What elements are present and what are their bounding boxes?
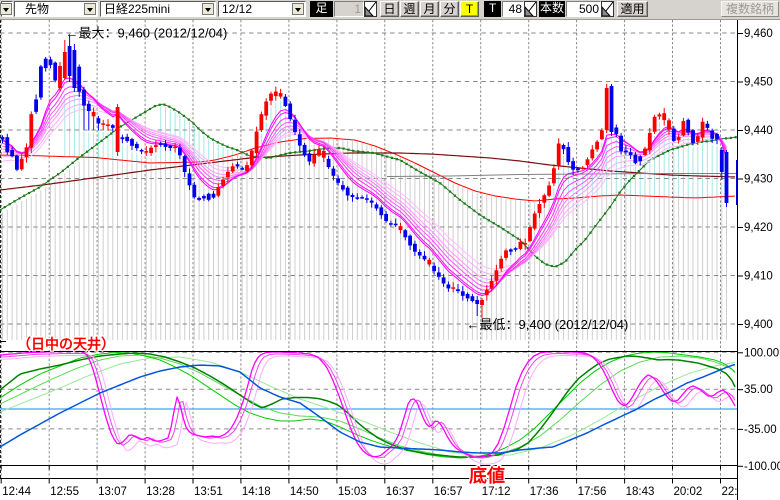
svg-text:12:55: 12:55 <box>50 486 79 498</box>
svg-text:14:18: 14:18 <box>242 486 271 498</box>
svg-text:9,400: 9,400 <box>744 319 773 331</box>
svg-text:16:37: 16:37 <box>386 486 415 498</box>
svg-text:底値: 底値 <box>469 465 505 486</box>
svg-text:35.00: 35.00 <box>744 384 773 396</box>
svg-text:←最低：9,400 (2012/12/04): ←最低：9,400 (2012/12/04) <box>467 317 629 332</box>
svg-text:17:56: 17:56 <box>578 486 607 498</box>
svg-text:13:07: 13:07 <box>98 486 127 498</box>
svg-text:9,450: 9,450 <box>744 77 773 89</box>
svg-text:←最大：9,460 (2012/12/04): ←最大：9,460 (2012/12/04) <box>66 26 228 41</box>
svg-text:9,430: 9,430 <box>744 174 773 186</box>
svg-text:9,440: 9,440 <box>744 125 773 137</box>
svg-text:13:51: 13:51 <box>194 486 223 498</box>
svg-text:20:02: 20:02 <box>674 486 703 498</box>
svg-text:13:28: 13:28 <box>146 486 175 498</box>
svg-text:9,460: 9,460 <box>744 28 773 40</box>
svg-text:12:44: 12:44 <box>2 486 31 498</box>
svg-text:-35.00: -35.00 <box>744 424 777 436</box>
svg-text:15:03: 15:03 <box>338 486 367 498</box>
svg-text:（日中の天井）: （日中の天井） <box>17 336 115 352</box>
svg-text:18:43: 18:43 <box>626 486 655 498</box>
svg-text:17:36: 17:36 <box>530 486 559 498</box>
svg-text:9,420: 9,420 <box>744 222 773 234</box>
svg-text:14:50: 14:50 <box>290 486 319 498</box>
svg-text:9,410: 9,410 <box>744 271 773 283</box>
svg-text:16:57: 16:57 <box>434 486 463 498</box>
svg-text:100.00: 100.00 <box>744 347 779 359</box>
svg-text:-100.00: -100.00 <box>744 461 780 473</box>
svg-text:17:12: 17:12 <box>482 486 511 498</box>
